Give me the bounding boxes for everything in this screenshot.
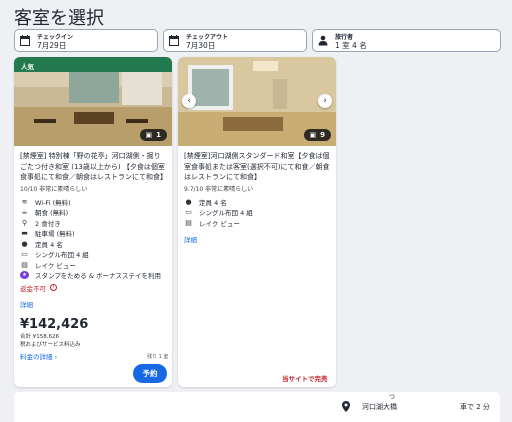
chevron-right-icon: › (54, 352, 58, 361)
checkin-field[interactable]: チェックイン 7月29日 (14, 29, 158, 52)
price-details-link[interactable]: 料金の詳細 › (20, 351, 166, 361)
page-title: 客室を選択 (14, 8, 104, 29)
map-pin-icon (342, 401, 350, 412)
people-icon: ● (185, 197, 192, 206)
photo-next-button[interactable]: › (318, 94, 332, 108)
calendar-icon (20, 35, 30, 46)
total-price: 合計 ¥158,626 (20, 333, 59, 340)
photo-count: 9 (320, 131, 325, 139)
checkout-field[interactable]: チェックアウト 7月30日 (163, 29, 307, 52)
photo-count-button[interactable]: ▣ 1 (139, 129, 167, 141)
guests-value: 1 室 4 名 (335, 41, 367, 50)
wifi-icon: ≋ (21, 197, 28, 206)
room-card: 人気 ▣ 1 [禁煙室] 特別棟「野の花亭」河口湖側・掘りごたつ付き和室 (13… (14, 57, 172, 387)
room-name[interactable]: [禁煙室] 特別棟「野の花亭」河口湖側・掘りごたつ付き和室 (13歳以上から) … (20, 151, 167, 183)
amenity-item: ▤ レイク ビュー (185, 218, 240, 228)
room-rating: 9.7/10 非常に素晴らしい (184, 185, 254, 193)
room-photo[interactable]: 人気 ▣ 1 (14, 57, 172, 146)
car-icon: ▬ (21, 229, 28, 238)
room-name[interactable]: [禁煙室]河口湖側スタンダード和室【夕食は個室食事処または客室(選択不可)にて和… (184, 151, 330, 183)
details-link[interactable]: 詳細 (184, 234, 330, 244)
view-icon: ▤ (21, 260, 28, 269)
amenity-item: ▭ シングル布団 4 組 (21, 250, 89, 260)
amenity-item: ☕ 朝食 (無料) (21, 208, 69, 218)
amenity-item: ⚲ 2 食付き (21, 218, 61, 228)
amenity-item: ● 定員 4 名 (21, 239, 63, 249)
tax-note: 税およびサービス料込み (20, 341, 81, 348)
bed-icon: ▭ (21, 250, 28, 259)
photo-count-button[interactable]: ▣ 9 (303, 129, 331, 141)
checkin-value: 7月29日 (37, 41, 67, 50)
person-icon (318, 35, 328, 46)
amenity-item: ▬ 駐車場 (無料) (21, 229, 75, 239)
calendar-icon (169, 35, 179, 46)
room-photo[interactable]: ‹ › ▣ 9 (178, 57, 336, 146)
amenity-item: ▭ シングル布団 4 組 (185, 208, 253, 218)
soldout-status: 当サイトで完売 (282, 375, 328, 383)
location-distance: 車で 2 分 (460, 403, 490, 411)
amenity-list: ● 定員 4 名 ▭ シングル布団 4 組 ▤ レイク ビュー (184, 197, 330, 229)
view-icon: ▤ (185, 218, 192, 227)
chevron-left-icon: ‹ (187, 96, 191, 106)
refund-policy: 返金不可 i (20, 283, 166, 293)
rooms-left: 残り 1 室 (147, 354, 169, 360)
amenity-item: ▤ レイク ビュー (21, 260, 76, 270)
bed-icon: ▭ (185, 208, 192, 217)
meal-icon: ⚲ (21, 218, 28, 227)
rewards-icon: ★ (20, 271, 29, 280)
chevron-right-icon: › (323, 96, 327, 106)
details-link[interactable]: 詳細 (20, 299, 166, 309)
reserve-button[interactable]: 予約 (133, 364, 167, 383)
amenity-list: ≋ Wi-Fi (無料) ☕ 朝食 (無料) ⚲ 2 食付き ▬ 駐車場 (無料) ● 定… (20, 197, 166, 281)
amenity-item: ★ スタンプをためる & ボーナスステイを利用 (20, 270, 166, 281)
amenity-item: ● 定員 4 名 (185, 197, 227, 207)
popular-badge: 人気 (14, 57, 172, 72)
photo-count: 1 (156, 131, 161, 139)
location-section: つ 河口湖大橋 車で 2 分 (14, 392, 500, 422)
gallery-icon: ▣ (145, 131, 153, 139)
room-card: ‹ › ▣ 9 [禁煙室]河口湖側スタンダード和室【夕食は個室食事処または客室(… (178, 57, 336, 387)
amenity-item: ≋ Wi-Fi (無料) (21, 197, 71, 207)
location-partial-text: つ (389, 394, 396, 401)
guests-field[interactable]: 旅行者 1 室 4 名 (312, 29, 501, 52)
info-icon[interactable]: i (50, 284, 57, 291)
location-name: 河口湖大橋 (362, 403, 397, 411)
people-icon: ● (21, 239, 28, 248)
room-rating: 10/10 非常に素晴らしい (20, 185, 88, 193)
nightly-price: ¥142,426 (20, 316, 89, 332)
photo-prev-button[interactable]: ‹ (182, 94, 196, 108)
checkout-value: 7月30日 (186, 41, 216, 50)
gallery-icon: ▣ (309, 131, 317, 139)
coffee-icon: ☕ (21, 208, 28, 217)
